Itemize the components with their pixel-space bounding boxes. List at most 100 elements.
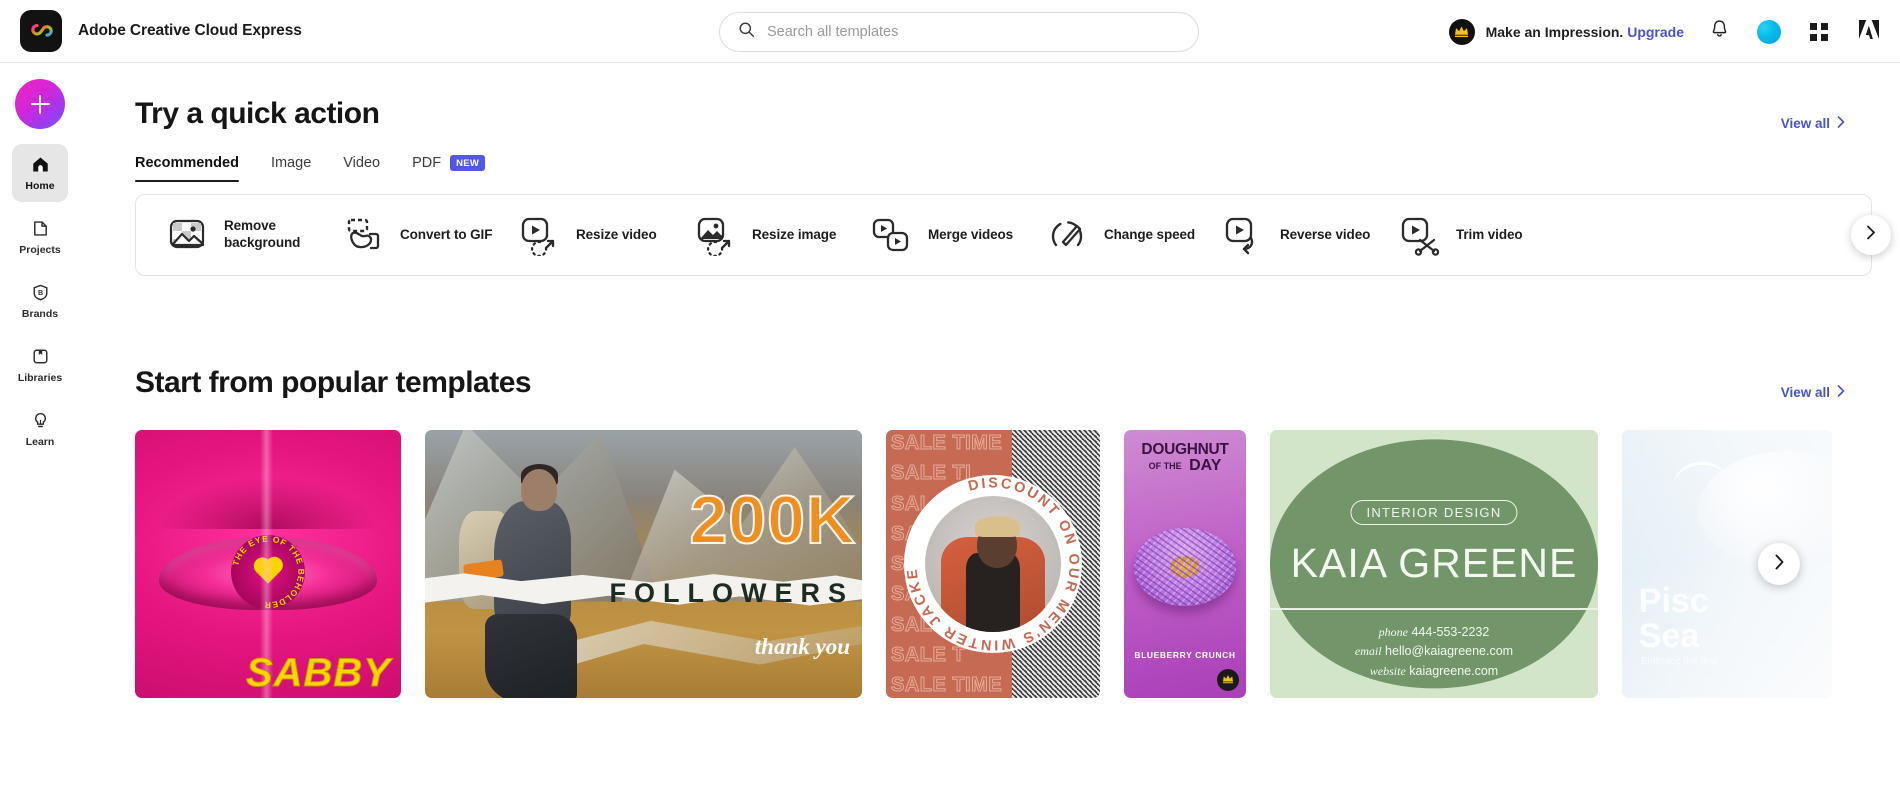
- sale-line: SALE TIME: [890, 674, 1003, 696]
- upgrade-link[interactable]: Upgrade: [1627, 24, 1684, 40]
- template-follower-count: 200K: [688, 482, 856, 559]
- template-card-doughnut-of-the-day[interactable]: DOUGHNUT OF THE DAY BLUEBERRY CRUNCH: [1124, 430, 1246, 698]
- avatar: [1757, 19, 1781, 44]
- adobe-logo-button[interactable]: [1854, 17, 1884, 47]
- circular-text-path: DISCOUNT ON OUR MEN'S WINTER JACKETS: [904, 475, 1079, 653]
- tab-video[interactable]: Video: [343, 155, 380, 182]
- reverse-video-icon: [1222, 214, 1264, 256]
- contact-phone-label: phone: [1378, 624, 1408, 639]
- lightbulb-icon: [30, 411, 50, 431]
- merge-videos-icon: [870, 214, 912, 256]
- sidebar-item-learn[interactable]: Learn: [12, 400, 68, 458]
- upgrade-text: Make an Impression. Upgrade: [1486, 24, 1684, 40]
- quick-action-merge-videos[interactable]: Merge videos: [870, 214, 1046, 256]
- quick-action-change-speed[interactable]: Change speed: [1046, 214, 1222, 256]
- crown-icon: [1222, 671, 1234, 689]
- view-all-label: View all: [1780, 116, 1830, 131]
- template-card-kaia-greene[interactable]: INTERIOR DESIGN KAIA GREENE phone 444-55…: [1270, 430, 1598, 698]
- brand-shield-icon: B: [30, 283, 50, 303]
- quick-action-label: Trim video: [1456, 226, 1523, 242]
- resize-image-icon: [694, 214, 736, 258]
- quick-action-header: Try a quick action View all: [80, 97, 1900, 131]
- remove-background-icon: [166, 214, 208, 256]
- template-doughnut-title: DOUGHNUT OF THE DAY: [1124, 441, 1246, 476]
- adobe-logo-icon: [1858, 19, 1880, 45]
- chevron-right-icon: [1837, 116, 1845, 131]
- quick-action-label: Resize video: [576, 226, 657, 242]
- template-name: KAIA GREENE: [1290, 539, 1578, 586]
- quick-action-next-button[interactable]: [1851, 215, 1891, 255]
- sidebar-item-label: Home: [25, 179, 55, 192]
- sidebar-item-projects[interactable]: Projects: [12, 208, 68, 266]
- template-thank-you: thank you: [754, 634, 850, 660]
- divider: [1270, 608, 1598, 610]
- template-circular-text: DISCOUNT ON OUR MEN'S WINTER JACKETS: [904, 475, 1079, 653]
- doughnut-title-line1: DOUGHNUT: [1141, 441, 1229, 458]
- template-card-sale-time[interactable]: SALE TIME SALE TI SAL SA SA SAL SALE SAL…: [886, 430, 1100, 698]
- brand-name: Adobe Creative Cloud Express: [78, 22, 302, 39]
- template-followers-label: FOLLOWERS: [609, 578, 854, 609]
- sidebar-item-label: Projects: [19, 243, 61, 256]
- template-contact-block: phone 444-553-2232 email hello@kaiagreen…: [1270, 623, 1598, 681]
- create-new-button[interactable]: [15, 79, 65, 129]
- creative-cloud-express-logo-icon: [20, 10, 62, 52]
- document-icon: [30, 219, 50, 239]
- view-all-label: View all: [1780, 385, 1830, 400]
- contact-website-value: kaiagreene.com: [1409, 663, 1499, 678]
- notifications-button[interactable]: [1704, 17, 1734, 47]
- library-box-icon: [30, 347, 50, 367]
- template-doughnut-flavor: BLUEBERRY CRUNCH: [1134, 650, 1236, 660]
- templates-title: Start from popular templates: [135, 366, 532, 399]
- contact-email-label: email: [1354, 644, 1382, 659]
- trim-video-icon: [1398, 214, 1440, 256]
- contact-website-row: website kaiagreene.com: [1270, 662, 1598, 681]
- sidebar-item-home[interactable]: Home: [12, 144, 68, 202]
- quick-action-resize-image[interactable]: Resize image: [694, 214, 870, 258]
- templates-header: Start from popular templates View all: [80, 366, 1900, 400]
- template-card-eye-of-the-beholder[interactable]: THE EYE OF THE BEHOLDER SABBY: [135, 430, 401, 698]
- app-switcher-button[interactable]: [1804, 17, 1834, 47]
- app-grid-icon: [1810, 22, 1828, 41]
- contact-website-label: website: [1369, 663, 1406, 678]
- quick-action-label: Reverse video: [1280, 226, 1371, 242]
- tab-image[interactable]: Image: [271, 155, 311, 182]
- tab-recommended[interactable]: Recommended: [135, 155, 239, 182]
- quick-action-convert-to-gif[interactable]: Convert to GIF: [342, 214, 518, 256]
- chevron-right-icon: [1866, 225, 1876, 245]
- quick-action-section: Try a quick action View all Recommended …: [80, 63, 1900, 276]
- quick-action-label: Resize image: [752, 226, 837, 242]
- search-box[interactable]: [719, 12, 1199, 52]
- search-icon: [738, 21, 755, 43]
- templates-view-all[interactable]: View all: [1781, 385, 1845, 400]
- template-card-pisces-season[interactable]: Pisc Sea Embrace the flow: [1622, 430, 1832, 698]
- hiker-photo: [456, 451, 605, 698]
- search-input[interactable]: [767, 24, 1180, 40]
- sidebar-item-brands[interactable]: B Brands: [12, 272, 68, 330]
- chevron-right-icon: [1774, 554, 1785, 575]
- upgrade-banner[interactable]: Make an Impression. Upgrade: [1448, 18, 1684, 45]
- user-avatar-button[interactable]: [1754, 17, 1784, 47]
- top-right-controls: Make an Impression. Upgrade: [1448, 0, 1884, 63]
- quick-action-reverse-video[interactable]: Reverse video: [1222, 214, 1398, 256]
- brand[interactable]: Adobe Creative Cloud Express: [20, 10, 302, 52]
- sidebar-item-libraries[interactable]: Libraries: [12, 336, 68, 394]
- contact-phone-row: phone 444-553-2232: [1270, 623, 1598, 642]
- convert-to-gif-icon: [342, 214, 384, 256]
- template-card-200k-followers[interactable]: 200K FOLLOWERS thank you: [425, 430, 862, 698]
- sprinkles-texture: [1134, 527, 1236, 606]
- quick-action-title: Try a quick action: [135, 97, 380, 130]
- quick-action-resize-video[interactable]: Resize video: [518, 214, 694, 258]
- contact-email-row: email hello@kaiagreene.com: [1270, 642, 1598, 661]
- templates-next-button[interactable]: [1758, 543, 1800, 585]
- quick-action-label: Convert to GIF: [400, 226, 493, 242]
- tab-label: PDF: [412, 155, 442, 171]
- top-bar: Adobe Creative Cloud Express Make an Imp…: [0, 0, 1900, 63]
- change-speed-icon: [1046, 214, 1088, 256]
- doughnut-title-line2: OF THE: [1148, 460, 1182, 471]
- quick-action-remove-background[interactable]: Remove background: [166, 214, 342, 256]
- quick-action-trim-video[interactable]: Trim video: [1398, 214, 1574, 256]
- upgrade-message: Make an Impression.: [1485, 23, 1624, 40]
- tab-pdf[interactable]: PDF NEW: [412, 155, 486, 182]
- quick-action-view-all[interactable]: View all: [1781, 116, 1845, 131]
- sale-line: SALE TIME: [890, 432, 1003, 454]
